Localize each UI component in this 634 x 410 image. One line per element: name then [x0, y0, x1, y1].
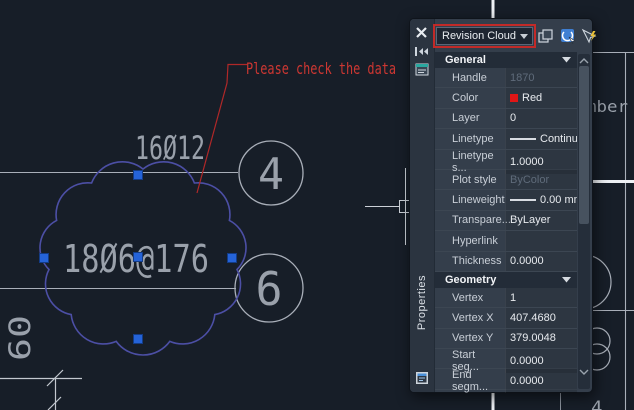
property-value-text: 0.0000	[510, 255, 544, 267]
property-row: Vertex 1	[435, 288, 577, 308]
scrollbar-thumb[interactable]	[579, 66, 589, 224]
property-row: End segm...0.0000	[435, 369, 577, 389]
property-value-text: 0.0000	[510, 355, 544, 367]
property-value[interactable]: 1870	[505, 68, 577, 87]
palette-scrollbar[interactable]	[578, 54, 590, 389]
property-value-text: 0.00 mm	[540, 194, 577, 206]
scroll-down-icon[interactable]	[578, 364, 590, 375]
section-header-geometry[interactable]: Geometry	[435, 272, 577, 288]
selection-type-dropdown[interactable]: Revision Cloud	[436, 27, 533, 45]
property-value-text: 1.0000	[510, 156, 544, 168]
property-label: Plot style	[435, 170, 505, 189]
property-value[interactable]: 379.0048	[505, 329, 577, 348]
dim-60-label: 60	[3, 315, 37, 361]
chevron-down-icon	[562, 277, 571, 283]
property-label: End segm...	[435, 369, 505, 393]
cloud-grip[interactable]	[228, 254, 237, 263]
properties-tab-label: Properties	[416, 275, 428, 330]
property-value-text: 0.0000	[510, 375, 544, 387]
annotation-text: Please check the data	[246, 59, 396, 78]
cloud-grip[interactable]	[40, 254, 49, 263]
property-row: Handle 1870	[435, 68, 577, 88]
chevron-down-icon	[520, 34, 528, 40]
palette-menu-icon[interactable]	[414, 62, 430, 78]
rebar-label-top: 16Ø12	[135, 129, 205, 167]
linetype-glyph-icon	[510, 199, 536, 201]
property-label: Lineweight	[435, 190, 505, 209]
palette-titlebar: Revision Cloud	[434, 19, 592, 52]
property-value-text: Red	[522, 92, 542, 104]
section-label: Geometry	[445, 274, 496, 286]
property-value-text: ByColor	[510, 174, 549, 186]
property-row: Linetype Continu	[435, 129, 577, 149]
property-value[interactable]: 1	[505, 288, 577, 307]
close-icon[interactable]	[414, 25, 430, 41]
property-row: Layer 0	[435, 109, 577, 129]
section-header-general[interactable]: General	[435, 52, 577, 68]
property-row: Transpare... ByLayer	[435, 211, 577, 231]
properties-tab[interactable]: Properties	[410, 248, 434, 358]
selection-type-label: Revision Cloud	[442, 30, 516, 42]
autohide-icon[interactable]	[414, 44, 430, 60]
property-value[interactable]: Continu	[505, 129, 577, 148]
cloud-grip[interactable]	[134, 335, 143, 344]
partial-text-bottom: 4	[591, 397, 602, 410]
property-row: Color Red	[435, 88, 577, 108]
color-swatch-icon	[510, 94, 518, 102]
property-value-text: 1	[510, 292, 516, 304]
dimension-lines	[0, 370, 82, 410]
property-value[interactable]: Red	[505, 88, 577, 107]
quick-select-icon[interactable]	[581, 28, 598, 45]
pickadd-toggle-icon[interactable]	[537, 28, 554, 45]
property-label: Hyperlink	[435, 231, 505, 250]
property-value-text: 407.4680	[510, 312, 556, 324]
property-label: Vertex Y	[435, 329, 505, 348]
property-label: Thickness	[435, 252, 505, 271]
property-row: Vertex X 407.4680	[435, 308, 577, 328]
property-row: Plot style ByColor	[435, 170, 577, 190]
cloud-grip[interactable]	[134, 171, 143, 180]
property-value[interactable]	[505, 231, 577, 250]
linetype-glyph-icon	[510, 138, 536, 140]
callout-6-label: 6	[256, 262, 283, 316]
crosshair-cursor	[365, 168, 412, 245]
property-value[interactable]: 407.4680	[505, 308, 577, 327]
property-value[interactable]: 0.0000	[505, 369, 577, 393]
property-row: Hyperlink	[435, 231, 577, 251]
property-value-text: 379.0048	[510, 332, 556, 344]
select-objects-icon[interactable]	[560, 28, 577, 45]
property-label: Layer	[435, 109, 505, 128]
property-label: Handle	[435, 68, 505, 87]
property-value-text: 1870	[510, 72, 534, 84]
palette-sections: General Handle 1870 Color Red Layer 0 Linetype C…	[435, 52, 577, 390]
property-label: Color	[435, 88, 505, 107]
property-row: Thickness 0.0000	[435, 252, 577, 272]
property-value[interactable]: 0.00 mm	[505, 190, 577, 209]
properties-tab-icon	[414, 370, 430, 386]
property-value-text: 0	[510, 112, 516, 124]
property-label: Linetype	[435, 129, 505, 148]
palette-rail: Properties	[410, 19, 435, 392]
property-value[interactable]: ByLayer	[505, 211, 577, 230]
property-label: Vertex X	[435, 308, 505, 327]
property-row: Start seg...0.0000	[435, 349, 577, 369]
property-row: Lineweight 0.00 mm	[435, 190, 577, 210]
chevron-down-icon	[562, 57, 571, 63]
property-value-text: Continu	[540, 133, 577, 145]
property-label: Vertex	[435, 288, 505, 307]
section-label: General	[445, 54, 486, 66]
scroll-up-icon[interactable]	[578, 54, 590, 65]
property-value[interactable]: 0.0000	[505, 252, 577, 271]
properties-palette: Properties Revision Cloud General Handle 1…	[409, 18, 593, 393]
cloud-grip[interactable]	[134, 253, 143, 262]
property-value-text: ByLayer	[510, 214, 550, 226]
property-label: Transpare...	[435, 211, 505, 230]
property-value[interactable]: 0	[505, 109, 577, 128]
property-value[interactable]: ByColor	[505, 170, 577, 189]
property-row: Linetype s...1.0000	[435, 150, 577, 170]
palette-content: Revision Cloud General Handle 1870 Color Red…	[434, 19, 592, 392]
property-row: Vertex Y 379.0048	[435, 329, 577, 349]
callout-4-label: 4	[258, 149, 284, 200]
